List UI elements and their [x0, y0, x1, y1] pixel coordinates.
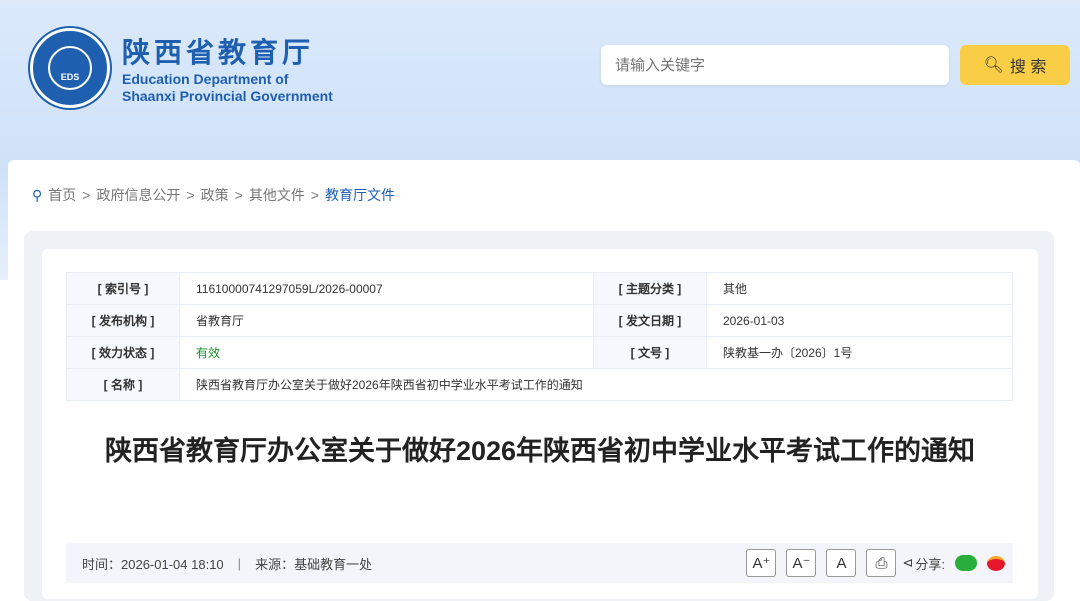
site-title: 陕西省教育厅 — [122, 37, 315, 68]
info-value: 2026-01-03 — [705, 304, 1014, 337]
info-value: 省教育厅 — [179, 304, 594, 337]
search-icon: 🔍︎ — [983, 57, 1004, 74]
seal-icon: EDS — [30, 28, 110, 108]
time-label: 时间： — [82, 556, 122, 572]
info-label: [ 发布机构 ] — [66, 304, 180, 337]
info-label: [ 名称 ] — [66, 368, 180, 401]
font-increase-button[interactable]: A⁺ — [746, 549, 777, 577]
search-button[interactable]: 🔍︎ 搜 索 — [960, 45, 1070, 85]
info-value: 其他 — [705, 272, 1014, 305]
info-label: [ 发文日期 ] — [592, 304, 707, 337]
crumb-home[interactable]: 首页 — [48, 185, 76, 205]
info-value: 陕西省教育厅办公室关于做好2026年陕西省初中学业水平考试工作的通知 — [179, 368, 1013, 401]
share-icon: ⊲ — [902, 555, 914, 570]
article-meta: 时间：2026-01-04 18:10 | 来源：基础教育一处 A⁺ A⁻ A … — [66, 543, 1013, 583]
print-button[interactable]: ⎙ — [866, 549, 897, 577]
search-input[interactable] — [601, 45, 949, 85]
table-row: [ 效力状态 ] 有效[ 文号 ] 陕教基一办〔2026〕1号 — [66, 336, 1014, 369]
printer-icon: ⎙ — [875, 554, 888, 572]
source-label: 来源： — [255, 556, 295, 572]
publish-time: 2026-01-04 18:10 — [121, 556, 224, 572]
breadcrumb: ⚲ 首页 > 政府信息公开 > 政策 > 其他文件 > 教育厅文件 — [32, 185, 396, 205]
site-title-en-1: Education Department of — [122, 71, 289, 87]
info-value: 陕教基一办〔2026〕1号 — [705, 336, 1014, 369]
source: 基础教育一处 — [294, 556, 373, 572]
share-label: 分享: — [915, 556, 945, 572]
crumb-policy[interactable]: 政策 — [201, 185, 229, 205]
location-icon: ⚲ — [32, 186, 43, 203]
search-label: 搜 索 — [1009, 59, 1047, 76]
info-label: [ 文号 ] — [592, 336, 707, 369]
info-value: 11610000741297059L/2026-00007 — [179, 272, 594, 305]
weibo-icon[interactable] — [987, 555, 1005, 571]
info-label: [ 索引号 ] — [66, 272, 180, 305]
article-title: 陕西省教育厅办公室关于做好2026年陕西省初中学业水平考试工作的通知 — [104, 436, 976, 466]
wechat-icon[interactable] — [955, 555, 977, 571]
site-title-en-2: Shaanxi Provincial Government — [122, 88, 333, 104]
document-info-table: [ 索引号 ] 11610000741297059L/2026-00007[ 主题… — [66, 272, 1014, 401]
info-label: [ 主题分类 ] — [592, 272, 707, 305]
info-label: [ 效力状态 ] — [66, 336, 180, 369]
font-decrease-button[interactable]: A⁻ — [786, 549, 817, 577]
table-row: [ 发布机构 ] 省教育厅[ 发文日期 ] 2026-01-03 — [66, 304, 1014, 337]
separator: | — [237, 555, 242, 571]
font-reset-button[interactable]: A — [826, 549, 857, 577]
site-logo[interactable]: EDS 陕西省教育厅 Education Department of Shaan… — [30, 28, 333, 108]
status-value: 有效 — [179, 336, 594, 369]
crumb-current[interactable]: 教育厅文件 — [325, 185, 395, 205]
table-row: [ 名称 ] 陕西省教育厅办公室关于做好2026年陕西省初中学业水平考试工作的通知 — [66, 368, 1013, 401]
crumb-other[interactable]: 其他文件 — [249, 185, 305, 205]
table-row: [ 索引号 ] 11610000741297059L/2026-00007[ 主题… — [66, 272, 1014, 305]
seal-text: EDS — [48, 46, 92, 90]
crumb-gov-info[interactable]: 政府信息公开 — [96, 185, 180, 205]
